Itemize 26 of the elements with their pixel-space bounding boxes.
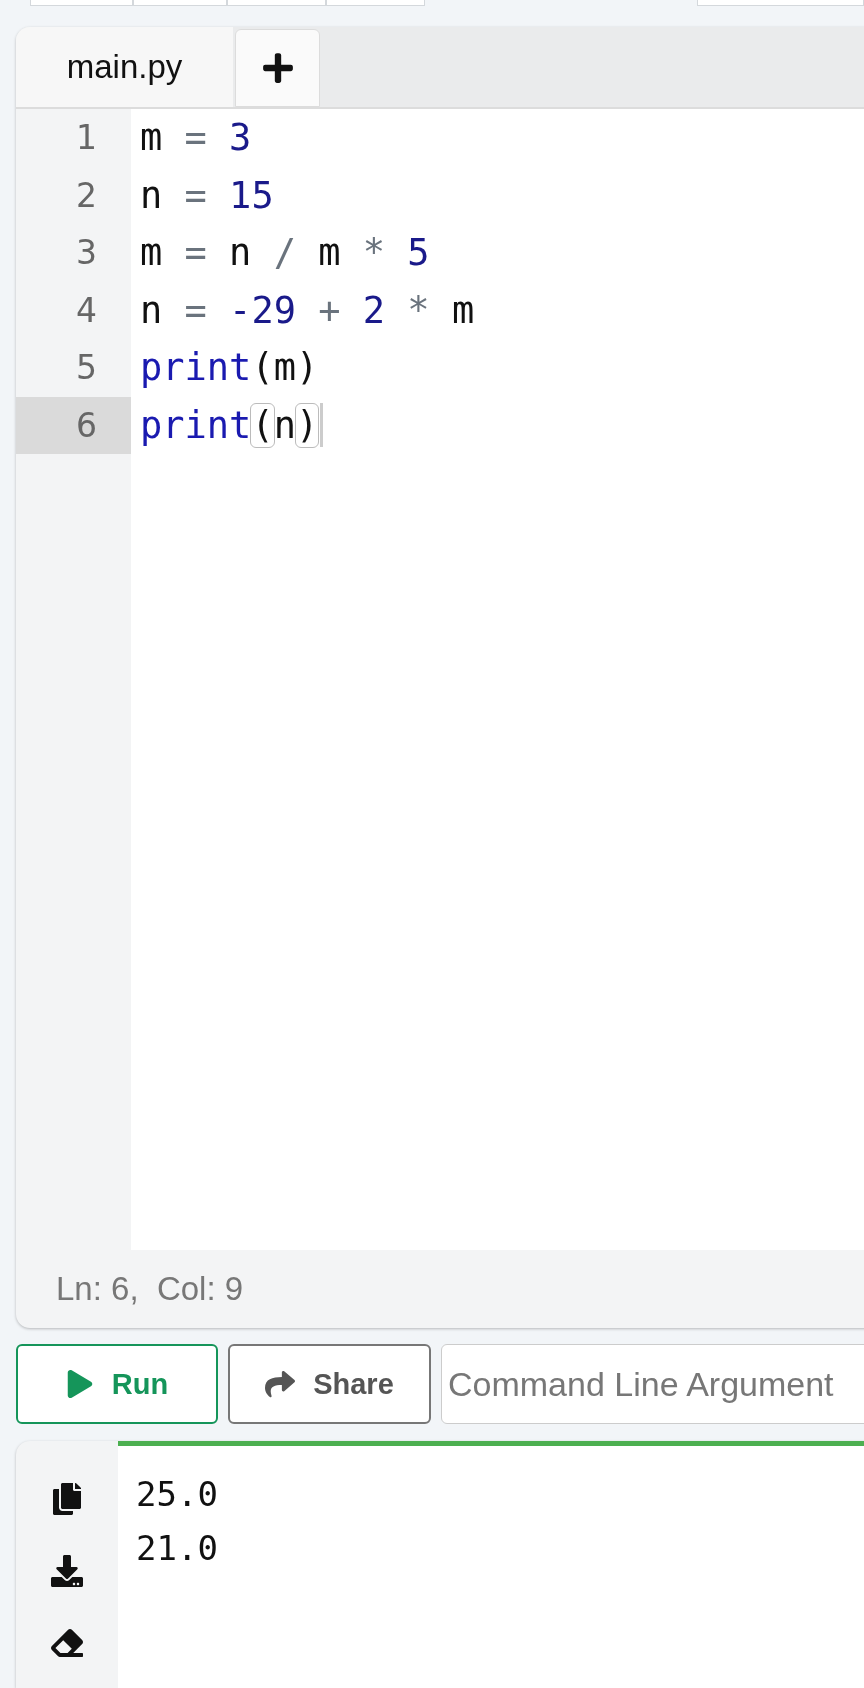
plus-icon	[260, 51, 295, 85]
share-icon	[265, 1369, 296, 1399]
output-line: 21.0	[136, 1528, 219, 1570]
code-line: m = n / m * 5	[140, 231, 430, 275]
play-icon	[65, 1370, 94, 1398]
output-line: 25.0	[136, 1474, 219, 1516]
line-number: 1	[75, 117, 98, 160]
add-tab-button[interactable]	[235, 29, 320, 107]
cursor-position: Ln: 6, Col: 9	[56, 1270, 244, 1308]
run-button[interactable]: Run	[16, 1344, 218, 1424]
arguments-field[interactable]: Command Line Argument	[441, 1344, 864, 1424]
line-number: 5	[75, 347, 98, 390]
copy-button[interactable]	[51, 1483, 83, 1515]
code-line: n = -29 + 2 * m	[140, 288, 475, 332]
line-number: 4	[75, 289, 98, 332]
line-number: 2	[75, 174, 98, 217]
code-line: print(m)	[140, 346, 319, 390]
code-line: m = 3	[140, 116, 252, 160]
line-number: 6	[16, 396, 131, 454]
share-button[interactable]: Share	[228, 1344, 431, 1424]
file-tab[interactable]: main.py	[16, 27, 233, 107]
clear-button[interactable]	[51, 1627, 83, 1659]
download-button[interactable]	[51, 1555, 83, 1587]
line-number: 3	[75, 232, 98, 275]
code-line: print(n)	[140, 403, 324, 448]
code-line: n = 15	[140, 173, 274, 217]
